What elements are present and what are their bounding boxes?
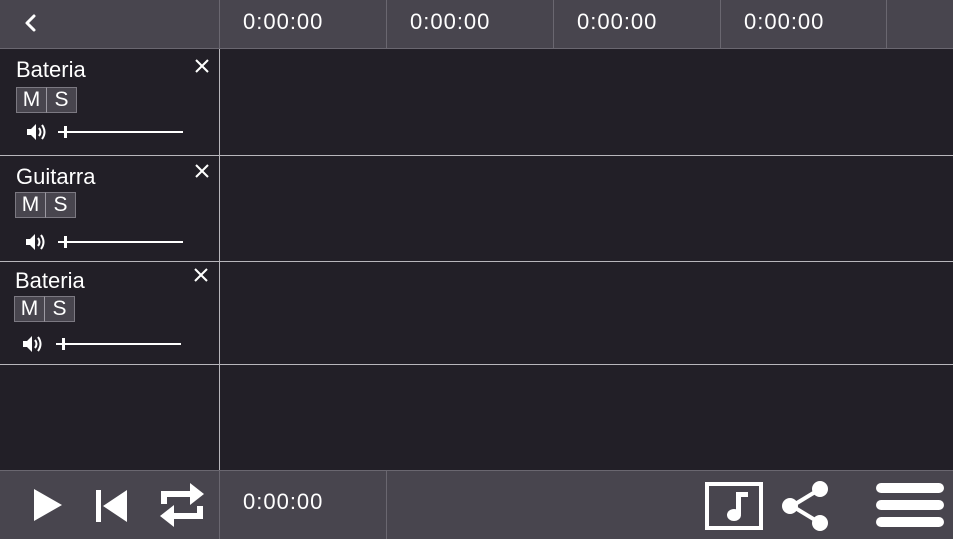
solo-button[interactable]: S bbox=[44, 296, 75, 322]
track-header: Guitarra M S bbox=[0, 156, 220, 261]
transport-bar: 0:00:00 bbox=[0, 470, 953, 539]
track-lane[interactable] bbox=[220, 49, 953, 155]
track-name: Bateria bbox=[15, 268, 85, 293]
share-icon[interactable] bbox=[780, 479, 832, 533]
slider-track bbox=[56, 343, 181, 345]
close-icon[interactable] bbox=[193, 57, 211, 75]
timeline-mark: 0:00:00 bbox=[554, 0, 721, 48]
track-lane[interactable] bbox=[220, 156, 953, 261]
slider-knob[interactable] bbox=[64, 236, 67, 248]
daw-screen: 0:00:00 0:00:00 0:00:00 0:00:00 Bateria … bbox=[0, 0, 953, 539]
current-time: 0:00:00 bbox=[220, 471, 387, 539]
track-row: Bateria M S bbox=[0, 262, 953, 365]
empty-lane-area[interactable] bbox=[220, 365, 953, 470]
volume-icon bbox=[26, 234, 45, 250]
timeline-mark: 0:00:00 bbox=[220, 0, 387, 48]
volume-slider[interactable] bbox=[58, 124, 183, 140]
slider-track bbox=[58, 131, 183, 133]
back-button[interactable] bbox=[0, 0, 220, 48]
loop-icon[interactable] bbox=[158, 480, 206, 530]
slider-knob[interactable] bbox=[64, 126, 67, 138]
slider-track bbox=[58, 241, 183, 243]
track-row: Bateria M S bbox=[0, 49, 953, 156]
empty-track-header-area bbox=[0, 365, 220, 470]
track-row: Guitarra M S bbox=[0, 156, 953, 262]
solo-button[interactable]: S bbox=[45, 192, 76, 218]
chevron-left-icon bbox=[25, 14, 36, 32]
slider-knob[interactable] bbox=[62, 338, 65, 350]
mute-solo-group: M S bbox=[16, 87, 77, 113]
volume-slider[interactable] bbox=[58, 234, 183, 250]
mute-button[interactable]: M bbox=[14, 296, 45, 322]
mute-solo-group: M S bbox=[15, 192, 76, 218]
close-icon[interactable] bbox=[192, 266, 210, 284]
solo-button[interactable]: S bbox=[46, 87, 77, 113]
skip-to-start-icon[interactable] bbox=[95, 489, 129, 523]
volume-icon bbox=[27, 124, 46, 140]
track-lane[interactable] bbox=[220, 262, 953, 364]
menu-icon[interactable] bbox=[875, 482, 945, 528]
track-header: Bateria M S bbox=[0, 49, 220, 155]
track-name: Bateria bbox=[16, 57, 86, 82]
track-header: Bateria M S bbox=[0, 262, 220, 364]
mute-button[interactable]: M bbox=[16, 87, 47, 113]
play-icon[interactable] bbox=[32, 487, 64, 523]
volume-slider[interactable] bbox=[56, 336, 181, 352]
track-name: Guitarra bbox=[16, 164, 96, 189]
mute-button[interactable]: M bbox=[15, 192, 46, 218]
close-icon[interactable] bbox=[193, 162, 211, 180]
timeline-mark: 0:00:00 bbox=[721, 0, 887, 48]
volume-icon bbox=[23, 336, 42, 352]
timeline-header: 0:00:00 0:00:00 0:00:00 0:00:00 bbox=[0, 0, 953, 49]
timeline-mark: 0:00:00 bbox=[387, 0, 554, 48]
mute-solo-group: M S bbox=[14, 296, 75, 322]
transport-controls bbox=[0, 471, 220, 539]
music-note-icon[interactable] bbox=[705, 482, 763, 530]
